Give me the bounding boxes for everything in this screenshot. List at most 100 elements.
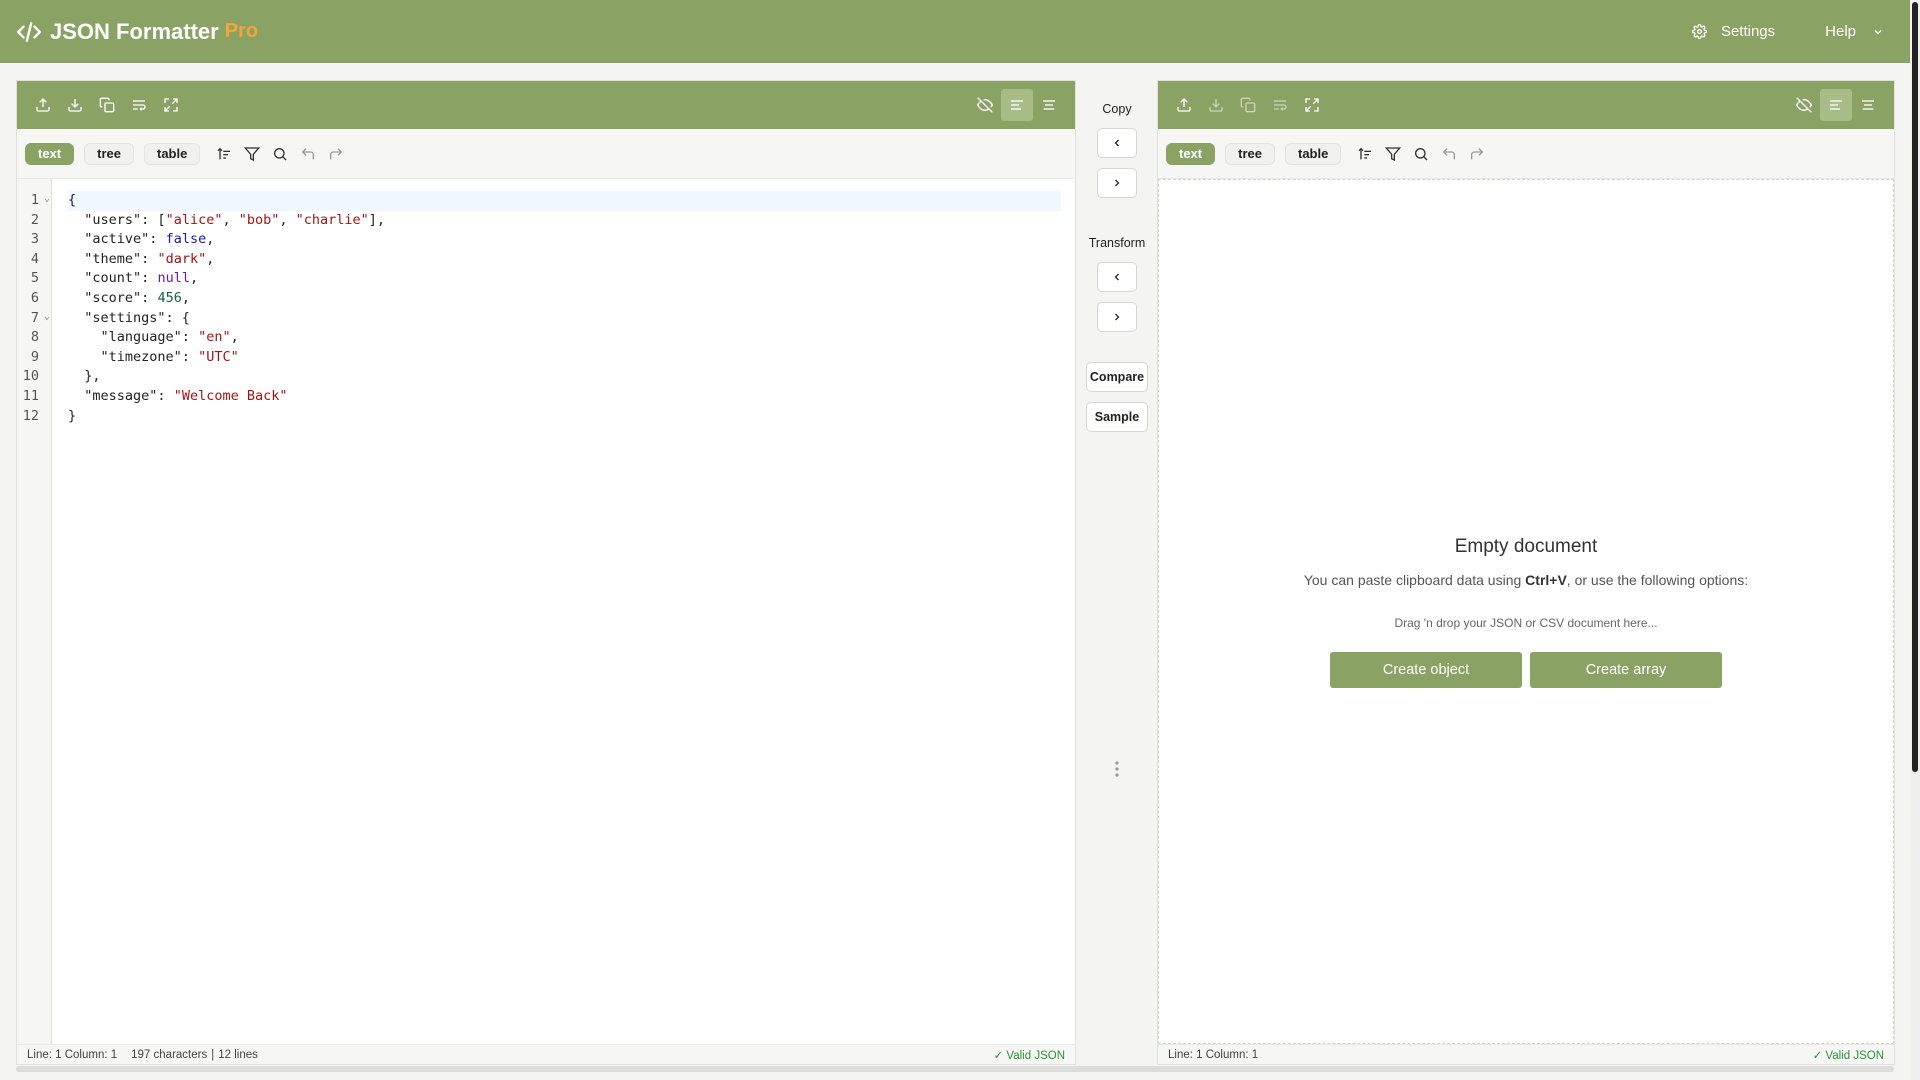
mode-text-button[interactable]: text xyxy=(25,142,75,165)
line-number: 9 xyxy=(30,348,39,365)
search-icon[interactable] xyxy=(266,140,294,168)
valid-json-status: ✓ Valid JSON xyxy=(1812,1049,1884,1062)
eye-off-icon[interactable] xyxy=(1788,89,1820,121)
transform-label: Transform xyxy=(1088,236,1146,250)
code-content[interactable]: { "users": ["alice", "bob", "charlie"], … xyxy=(52,179,1075,1044)
gear-icon xyxy=(1691,24,1707,39)
line-number: 1 ⌄ xyxy=(17,191,51,211)
right-status-bar: Line: 1 Column: 1 ✓ Valid JSON xyxy=(1158,1044,1894,1064)
mode-tree-button[interactable]: tree xyxy=(1225,142,1275,165)
search-icon[interactable] xyxy=(1407,140,1435,168)
settings-link[interactable]: Settings xyxy=(1691,23,1775,40)
line-number: 5 xyxy=(30,270,39,287)
copy-icon[interactable] xyxy=(1232,89,1264,121)
redo-icon[interactable] xyxy=(1463,140,1491,168)
char-count: 197 characters xyxy=(131,1048,208,1061)
upload-icon[interactable] xyxy=(1168,89,1200,121)
chevron-left-icon xyxy=(1114,139,1119,147)
code-icon xyxy=(16,21,42,42)
line-number: 2 xyxy=(30,211,39,228)
code-line: { xyxy=(68,191,1061,211)
undo-icon[interactable] xyxy=(1435,140,1463,168)
create-object-button[interactable]: Create object xyxy=(1330,651,1522,688)
download-icon[interactable] xyxy=(59,89,91,121)
drag-handle-icon[interactable] xyxy=(1114,760,1120,778)
line-count: 12 lines xyxy=(218,1048,258,1061)
copy-left-button[interactable] xyxy=(1097,128,1137,158)
code-line: } xyxy=(68,407,77,424)
page-scrollbar[interactable] xyxy=(1910,0,1920,1080)
top-bar: JSON Formatter Pro Settings Help xyxy=(0,0,1910,63)
expand-icon[interactable] xyxy=(155,89,187,121)
cursor-position: Line: 1 Column: 1 xyxy=(27,1048,118,1061)
align-left-icon[interactable] xyxy=(1001,89,1033,121)
empty-document-dropzone[interactable]: Empty document You can paste clipboard d… xyxy=(1158,179,1894,1044)
copy-label: Copy xyxy=(1102,102,1132,116)
redo-icon[interactable] xyxy=(322,140,350,168)
mode-table-button[interactable]: table xyxy=(1284,142,1342,165)
left-toolbar xyxy=(17,81,1075,129)
chevron-down-icon xyxy=(1874,29,1882,34)
code-line: "language": "en", xyxy=(100,329,239,346)
chevron-right-icon xyxy=(1115,313,1120,321)
mode-tree-button[interactable]: tree xyxy=(84,142,134,165)
align-center-icon[interactable] xyxy=(1852,89,1884,121)
help-menu[interactable]: Help xyxy=(1825,23,1884,40)
upload-icon[interactable] xyxy=(27,89,59,121)
transform-left-button[interactable] xyxy=(1097,262,1137,292)
download-icon[interactable] xyxy=(1200,89,1232,121)
pro-badge: Pro xyxy=(224,20,259,42)
copy-right-button[interactable] xyxy=(1097,168,1137,198)
line-number: 4 xyxy=(30,250,39,267)
help-label: Help xyxy=(1825,23,1856,40)
sample-button[interactable]: Sample xyxy=(1086,402,1148,432)
drag-drop-note: Drag 'n drop your JSON or CSV document h… xyxy=(1394,615,1658,630)
sort-icon[interactable] xyxy=(1351,140,1379,168)
left-mode-bar: text tree table xyxy=(17,129,1075,179)
code-line: "message": "Welcome Back" xyxy=(84,387,288,404)
fold-chevron-icon[interactable]: ⌄ xyxy=(44,189,50,209)
sort-icon[interactable] xyxy=(210,140,238,168)
eye-off-icon[interactable] xyxy=(969,89,1001,121)
create-array-button[interactable]: Create array xyxy=(1530,651,1722,688)
undo-icon[interactable] xyxy=(294,140,322,168)
expand-icon[interactable] xyxy=(1296,89,1328,121)
left-editor-panel: text tree table 1 ⌄ 2 3 4 5 6 7 ⌄ 8 9 10 1… xyxy=(16,80,1076,1065)
align-left-icon[interactable] xyxy=(1820,89,1852,121)
horizontal-scrollbar[interactable] xyxy=(16,1066,1894,1072)
valid-json-status: ✓ Valid JSON xyxy=(993,1049,1065,1062)
right-editor-panel: text tree table Empty document You can p… xyxy=(1157,80,1895,1065)
transform-right-button[interactable] xyxy=(1097,302,1137,332)
chevron-left-icon xyxy=(1114,273,1119,281)
line-number: 3 xyxy=(30,231,39,248)
wrap-icon[interactable] xyxy=(123,89,155,121)
code-line: "score": 456, xyxy=(84,289,190,306)
app-title: JSON Formatter xyxy=(50,18,219,44)
brand[interactable]: JSON Formatter Pro xyxy=(16,19,258,45)
filter-icon[interactable] xyxy=(1379,140,1407,168)
shortcut-key: Ctrl+V xyxy=(1525,571,1567,588)
code-line: }, xyxy=(68,368,101,385)
code-line: "users": ["alice", "bob", "charlie"], xyxy=(84,211,386,228)
fold-chevron-icon[interactable]: ⌄ xyxy=(44,307,50,327)
code-line: "timezone": "UTC" xyxy=(100,348,239,365)
right-mode-bar: text tree table xyxy=(1158,129,1894,179)
code-line: "count": null, xyxy=(84,270,199,287)
line-gutter: 1 ⌄ 2 3 4 5 6 7 ⌄ 8 9 10 11 12 xyxy=(17,179,52,1044)
wrap-icon[interactable] xyxy=(1264,89,1296,121)
scrollbar-thumb[interactable] xyxy=(1912,2,1918,772)
compare-button[interactable]: Compare xyxy=(1086,362,1148,392)
code-editor[interactable]: 1 ⌄ 2 3 4 5 6 7 ⌄ 8 9 10 11 12 { "users": … xyxy=(17,179,1075,1044)
align-center-icon[interactable] xyxy=(1033,89,1065,121)
empty-title: Empty document xyxy=(1454,535,1598,557)
left-status-bar: Line: 1 Column: 1 197 characters | 12 li… xyxy=(17,1044,1075,1064)
line-number: 10 xyxy=(22,368,39,385)
copy-icon[interactable] xyxy=(91,89,123,121)
mode-table-button[interactable]: table xyxy=(143,142,201,165)
line-number: 8 xyxy=(30,329,39,346)
filter-icon[interactable] xyxy=(238,140,266,168)
right-toolbar xyxy=(1158,81,1894,129)
chevron-right-icon xyxy=(1115,179,1120,187)
line-number: 12 xyxy=(22,407,39,424)
mode-text-button[interactable]: text xyxy=(1166,142,1216,165)
